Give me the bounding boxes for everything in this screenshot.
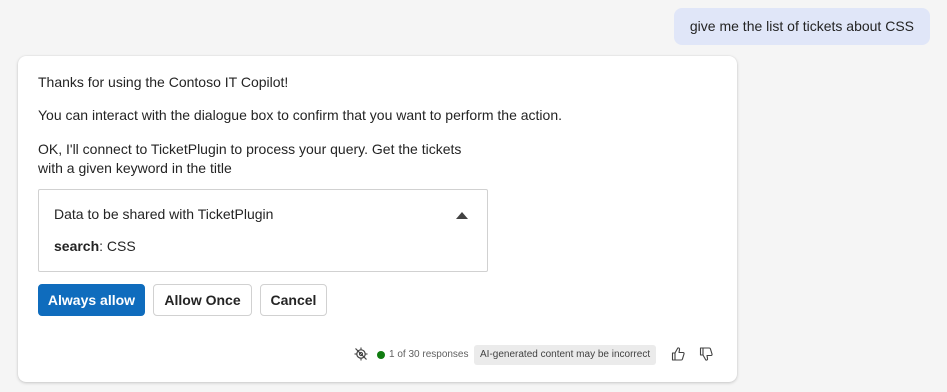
shared-data-title: Data to be shared with TicketPlugin [54, 206, 274, 222]
always-allow-button[interactable]: Always allow [38, 284, 145, 316]
status-dot-icon [377, 351, 385, 359]
response-instruction: You can interact with the dialogue box t… [38, 107, 563, 123]
shared-data-panel: Data to be shared with TicketPlugin sear… [38, 189, 488, 272]
param-name: search [54, 238, 100, 254]
thumbs-down-icon[interactable] [698, 346, 714, 362]
user-message-text: give me the list of tickets about CSS [689, 18, 914, 34]
allow-once-button[interactable]: Allow Once [153, 284, 252, 316]
response-greeting: Thanks for using the Contoso IT Copilot! [38, 74, 289, 90]
cancel-button[interactable]: Cancel [260, 284, 327, 316]
collapse-caret-icon[interactable] [456, 212, 468, 219]
no-sources-icon[interactable] [354, 347, 368, 361]
response-footer: 1 of 30 responses AI-generated content m… [18, 345, 737, 365]
thumbs-up-icon[interactable] [670, 346, 686, 362]
user-message-bubble: give me the list of tickets about CSS [673, 8, 930, 45]
param-value: : CSS [99, 238, 136, 254]
assistant-response-card: Thanks for using the Contoso IT Copilot!… [18, 56, 737, 382]
ai-disclaimer-badge: AI-generated content may be incorrect [474, 345, 657, 365]
shared-data-param: search: CSS [54, 238, 136, 254]
response-count: 1 of 30 responses [389, 349, 469, 360]
response-plugin-message: OK, I'll connect to TicketPlugin to proc… [38, 141, 462, 176]
